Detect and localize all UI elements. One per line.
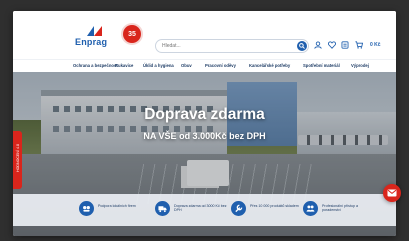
- tools-icon: [231, 201, 246, 216]
- compare-icon[interactable]: [341, 41, 349, 49]
- nav-item-rukavice[interactable]: Rukavice: [115, 63, 133, 68]
- browser-page: Enprag 35 0: [13, 11, 396, 236]
- main-nav: Ochrana a bezpečnost Rukavice Úklid a hy…: [13, 59, 396, 73]
- feature-text: Přes 10 000 produktů skladem: [250, 204, 299, 208]
- search-button[interactable]: [297, 41, 307, 51]
- feature-text: Doprava zdarma od 3000 Kč bez DPH: [174, 204, 227, 213]
- feature-text: Podpora lokálních firem: [98, 204, 136, 208]
- nav-item-odevy[interactable]: Pracovní oděvy: [205, 63, 236, 68]
- logo-mark: [87, 26, 103, 36]
- nav-item-ochrana[interactable]: Ochrana a bezpečnost: [73, 63, 118, 68]
- cart-icon[interactable]: [355, 41, 363, 49]
- nav-item-obuv[interactable]: Obuv: [181, 63, 192, 68]
- features-bar: Podpora lokálních firem Doprava zdarma o…: [13, 194, 396, 226]
- heart-icon[interactable]: [328, 41, 336, 49]
- site-header: Enprag 35 0: [13, 11, 396, 53]
- hero-title: Doprava zdarma: [144, 106, 265, 123]
- anniversary-badge: 35: [123, 25, 141, 43]
- enprag-logo[interactable]: Enprag: [73, 26, 117, 48]
- nav-item-vyprodej[interactable]: Výprodej: [351, 63, 369, 68]
- hero-subtitle: NA VŠE od 3.000Kč bez DPH: [143, 131, 266, 141]
- nav-item-material[interactable]: Spotřební materiál: [303, 63, 340, 68]
- reviews-side-tab-label: HODNOCENÍ 4.8: [16, 144, 20, 172]
- feature-text: Profesionální přístup a poradenství: [322, 204, 358, 213]
- reviews-side-tab[interactable]: HODNOCENÍ 4.8: [13, 131, 22, 189]
- search-input[interactable]: [162, 40, 288, 52]
- user-icon[interactable]: [314, 41, 322, 49]
- search-box: [155, 39, 309, 53]
- nav-item-uklid[interactable]: Úklid a hygiena: [143, 63, 174, 68]
- chat-button[interactable]: [383, 184, 401, 202]
- nav-item-kancelar[interactable]: Kancelářské potřeby: [249, 63, 290, 68]
- truck-icon: [155, 201, 170, 216]
- delivery-icon: [79, 201, 94, 216]
- people-icon: [303, 201, 318, 216]
- search-icon: [299, 43, 305, 49]
- cart-price[interactable]: 0 Kč: [370, 42, 381, 48]
- logo-text: Enprag: [75, 37, 108, 47]
- chat-icon: [387, 189, 397, 197]
